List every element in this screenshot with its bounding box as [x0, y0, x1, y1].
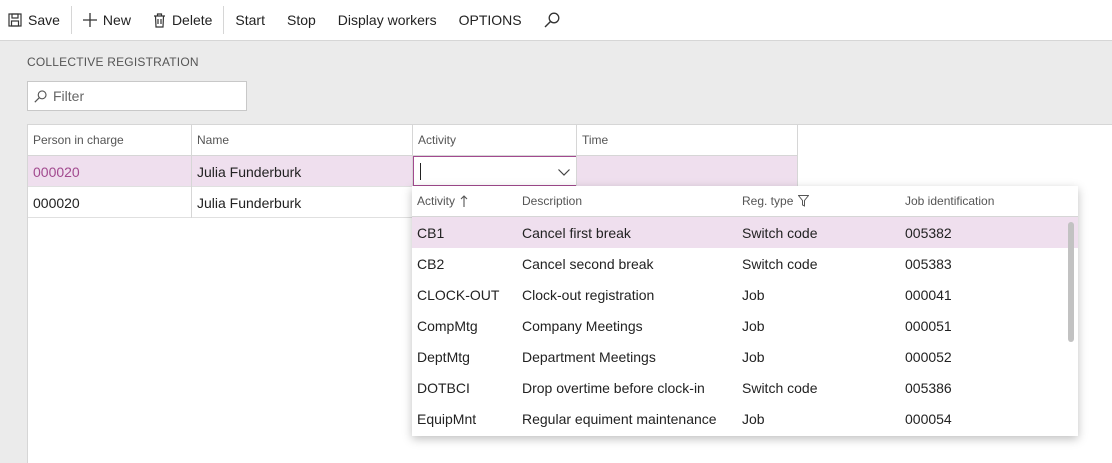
filter-field[interactable] [27, 81, 247, 111]
stop-button[interactable]: Stop [276, 0, 327, 41]
lookup-activity-cell: CB1 [417, 224, 445, 241]
lookup-jobid-cell: 005383 [905, 255, 952, 272]
table-row[interactable]: 000020 Julia Funderburk [28, 156, 798, 187]
lookup-row[interactable]: CompMtg Company Meetings Job 000051 [412, 310, 1078, 341]
text-caret [420, 163, 421, 180]
lookup-regtype-cell: Job [742, 410, 765, 427]
new-label: New [102, 12, 131, 28]
delete-button[interactable]: Delete [142, 0, 223, 41]
activity-lookup-dropdown: Activity Description Reg. type Job ident… [412, 186, 1078, 436]
lookup-activity-cell: CB2 [417, 255, 445, 272]
activity-input[interactable] [413, 156, 576, 186]
column-header-activity[interactable]: Activity [413, 125, 577, 156]
name-cell[interactable]: Julia Funderburk [192, 156, 413, 187]
lookup-row[interactable]: CLOCK-OUT Clock-out registration Job 000041 [412, 279, 1078, 310]
display-workers-button[interactable]: Display workers [327, 0, 448, 41]
action-pane: Save New Delete Start Stop Display worke… [0, 0, 1112, 41]
lookup-column-activity[interactable]: Activity [412, 186, 517, 216]
trash-icon [153, 12, 165, 28]
sort-ascending-icon [460, 195, 468, 207]
save-button[interactable]: Save [0, 0, 71, 41]
lookup-row[interactable]: CB1 Cancel first break Switch code 005382 [412, 217, 1078, 248]
filter-icon [798, 195, 810, 207]
column-header-person[interactable]: Person in charge [28, 125, 192, 156]
lookup-activity-cell: CLOCK-OUT [417, 286, 500, 303]
grid-header: Person in charge Name Activity Time [28, 125, 798, 156]
lookup-description-cell: Drop overtime before clock-in [522, 379, 705, 396]
lookup-regtype-cell: Switch code [742, 379, 818, 396]
lookup-jobid-cell: 000054 [905, 410, 952, 427]
lookup-regtype-cell: Job [742, 286, 765, 303]
scrollbar[interactable] [1068, 222, 1074, 342]
chevron-down-icon[interactable] [557, 165, 571, 179]
name-cell[interactable]: Julia Funderburk [192, 187, 413, 218]
lookup-row[interactable]: EquipMnt Regular equiment maintenance Job 0… [412, 403, 1078, 434]
lookup-column-description[interactable]: Description [517, 186, 737, 216]
search-icon [544, 12, 560, 28]
lookup-description-cell: Regular equiment maintenance [522, 410, 717, 427]
lookup-jobid-cell: 005382 [905, 224, 952, 241]
lookup-jobid-cell: 000041 [905, 286, 952, 303]
lookup-activity-cell: EquipMnt [417, 410, 477, 427]
column-header-time[interactable]: Time [577, 125, 798, 156]
plus-icon [82, 13, 97, 27]
lookup-row[interactable]: DeptMtg Department Meetings Job 000052 [412, 341, 1078, 372]
lookup-header: Activity Description Reg. type Job ident… [412, 186, 1078, 217]
lookup-regtype-cell: Switch code [742, 255, 818, 272]
lookup-activity-cell: CompMtg [417, 317, 478, 334]
save-icon [8, 13, 22, 27]
lookup-description-cell: Cancel first break [522, 224, 631, 241]
lookup-rows: CB1 Cancel first break Switch code 005382 CB… [412, 217, 1078, 434]
delete-label: Delete [171, 12, 213, 28]
lookup-jobid-cell: 000051 [905, 317, 952, 334]
start-button[interactable]: Start [224, 0, 276, 41]
lookup-description-cell: Clock-out registration [522, 286, 655, 303]
lookup-activity-cell: DOTBCI [417, 379, 470, 396]
lookup-regtype-cell: Job [742, 348, 765, 365]
lookup-regtype-cell: Job [742, 317, 765, 334]
section-title: COLLECTIVE REGISTRATION [27, 55, 199, 69]
lookup-row[interactable]: DOTBCI Drop overtime before clock-in Switc… [412, 372, 1078, 403]
time-cell[interactable] [577, 156, 798, 187]
lookup-activity-cell: DeptMtg [417, 348, 470, 365]
lookup-jobid-cell: 005386 [905, 379, 952, 396]
lookup-jobid-cell: 000052 [905, 348, 952, 365]
lookup-description-cell: Cancel second break [522, 255, 654, 272]
lookup-description-cell: Company Meetings [522, 317, 643, 334]
save-label: Save [28, 12, 60, 28]
lookup-regtype-cell: Switch code [742, 224, 818, 241]
lookup-description-cell: Department Meetings [522, 348, 656, 365]
lookup-row[interactable]: CB2 Cancel second break Switch code 005383 [412, 248, 1078, 279]
lookup-header-activity-label: Activity [417, 194, 456, 208]
person-cell[interactable]: 000020 [28, 156, 192, 187]
search-button[interactable] [533, 0, 577, 41]
column-header-name[interactable]: Name [192, 125, 413, 156]
options-tab[interactable]: OPTIONS [448, 0, 533, 41]
lookup-column-jobid[interactable]: Job identification [900, 186, 1060, 216]
lookup-header-regtype-label: Reg. type [742, 194, 794, 208]
search-icon [34, 89, 47, 103]
person-cell[interactable]: 000020 [28, 187, 192, 218]
activity-lookup-field[interactable] [413, 156, 577, 187]
filter-input[interactable] [53, 88, 223, 104]
new-button[interactable]: New [72, 0, 142, 41]
lookup-column-regtype[interactable]: Reg. type [737, 186, 900, 216]
